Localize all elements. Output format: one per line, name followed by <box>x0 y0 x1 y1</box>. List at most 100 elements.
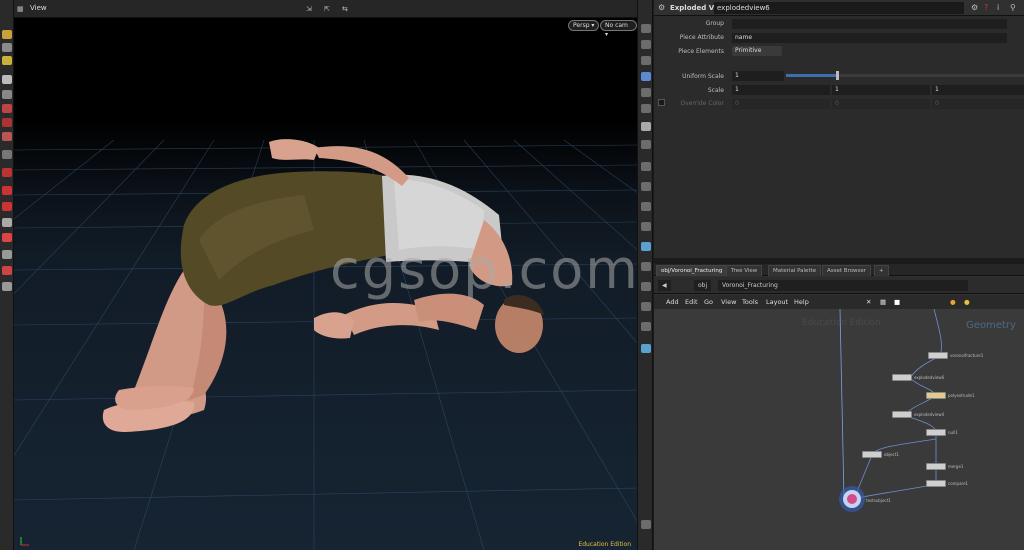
paint-select-icon[interactable] <box>2 56 12 65</box>
group-field[interactable] <box>732 19 1007 29</box>
uniform-scale-slider-handle[interactable] <box>836 71 839 80</box>
pane-tabs: obj/Voronoi_Fracturing Tree View Materia… <box>654 264 1024 276</box>
uniform-scale-slider-fill <box>786 74 836 77</box>
tab-material-palette[interactable]: Material Palette <box>768 265 822 276</box>
display-icon-11[interactable] <box>641 202 651 211</box>
display-icon-5[interactable] <box>641 88 651 97</box>
scale-tool-icon[interactable] <box>2 132 12 141</box>
back-button[interactable]: ◀ <box>658 280 671 291</box>
snap-icon[interactable] <box>2 202 12 211</box>
pointer-icon[interactable] <box>2 75 12 84</box>
view-tool-icon[interactable] <box>2 218 12 227</box>
display-icon-4[interactable] <box>641 72 651 81</box>
box-select-icon[interactable] <box>2 43 12 52</box>
display-icon-10[interactable] <box>641 182 651 191</box>
display-icon-8[interactable] <box>641 140 651 149</box>
persp-menu-button[interactable]: Persp ▾ <box>568 20 600 31</box>
node-object1[interactable] <box>862 451 882 458</box>
override-color-r[interactable]: 0 <box>732 99 830 109</box>
menu-help[interactable]: Help <box>794 298 809 306</box>
pose-tool-icon[interactable] <box>2 168 12 177</box>
scale-x-field[interactable]: 1 <box>732 85 830 95</box>
info-icon[interactable]: i <box>997 3 1006 13</box>
arrows-icon[interactable]: ⇱ <box>324 5 333 13</box>
scale-z-field[interactable]: 1 <box>932 85 1024 95</box>
lock-icon[interactable] <box>2 90 12 99</box>
tab-asset-browser[interactable]: Asset Browser <box>822 265 872 276</box>
shape-icon[interactable]: ● <box>964 298 970 306</box>
select-tool-icon[interactable] <box>2 30 12 39</box>
node-label-merge1: merge1 <box>948 464 964 469</box>
override-color-g[interactable]: 0 <box>832 99 930 109</box>
display-icon-14[interactable] <box>641 262 651 271</box>
magnet-icon[interactable] <box>2 186 12 195</box>
node-network-canvas[interactable]: Education Edition Geometry voronoifractu… <box>654 309 1024 550</box>
menu-add[interactable]: Add <box>666 298 679 306</box>
help-icon[interactable]: ? <box>984 3 993 13</box>
swap-icon[interactable]: ⇆ <box>342 5 351 13</box>
uniform-scale-label: Uniform Scale <box>682 73 724 80</box>
render-tool-icon[interactable] <box>2 266 12 275</box>
display-icon-1[interactable] <box>641 24 651 33</box>
scene-viewport[interactable]: ▦ View ⇲ ⇱ ⇆ Persp ▾ No cam ▾ cgsop.com … <box>14 0 637 550</box>
palette-icon[interactable]: ● <box>950 298 956 306</box>
gear-icon[interactable]: ⚙ <box>971 3 980 13</box>
display-icon-3[interactable] <box>641 56 651 65</box>
display-icon-6[interactable] <box>641 104 651 113</box>
view-pane-icon[interactable]: ▦ <box>17 5 26 13</box>
display-icon-7[interactable] <box>641 122 651 131</box>
tab-network[interactable]: obj/Voronoi_Fracturing <box>656 265 728 276</box>
add-tab-button[interactable]: + <box>874 265 889 276</box>
node-label-null1: null1 <box>948 430 958 435</box>
menu-view[interactable]: View <box>721 298 736 306</box>
display-icon-9[interactable] <box>641 162 651 171</box>
grid-icon[interactable]: ▦ <box>880 298 886 306</box>
node-explodedview6[interactable] <box>892 374 912 381</box>
node-label-explodedview4: explodedview4 <box>914 412 945 417</box>
node-compare1[interactable] <box>926 480 946 487</box>
display-icon-13[interactable] <box>641 242 651 251</box>
node-null1[interactable] <box>926 429 946 436</box>
education-edition-label: Education Edition <box>578 541 631 548</box>
display-icon-18[interactable] <box>641 344 651 353</box>
network-panel: obj/Voronoi_Fracturing Tree View Materia… <box>654 264 1024 550</box>
display-options-strip <box>637 0 653 550</box>
display-icon-12[interactable] <box>641 222 651 231</box>
color-icon[interactable]: ■ <box>894 298 900 306</box>
node-type-icon: ⚙ <box>658 3 666 12</box>
camera-tool-icon[interactable] <box>2 250 12 259</box>
rotate-tool-icon[interactable] <box>2 118 12 127</box>
menu-edit[interactable]: Edit <box>685 298 698 306</box>
handle-tool-icon[interactable] <box>2 150 12 159</box>
loop-icon[interactable] <box>2 282 12 291</box>
override-color-b[interactable]: 0 <box>932 99 1024 109</box>
display-icon-2[interactable] <box>641 40 651 49</box>
move-tool-icon[interactable] <box>2 104 12 113</box>
axis-gizmo-icon <box>20 537 29 546</box>
tab-tree-view[interactable]: Tree View <box>726 265 763 276</box>
node-merge1[interactable] <box>926 463 946 470</box>
display-icon-17[interactable] <box>641 322 651 331</box>
wrench-icon[interactable]: ✕ <box>866 298 871 306</box>
uniform-scale-slider[interactable] <box>786 71 1024 80</box>
tree-icon[interactable]: ⚲ <box>1010 3 1019 13</box>
menu-tools[interactable]: Tools <box>742 298 758 306</box>
piece-attribute-field[interactable]: name <box>732 33 1007 43</box>
magnet-red-icon[interactable] <box>2 233 12 242</box>
scale-y-field[interactable]: 1 <box>832 85 930 95</box>
menu-layout[interactable]: Layout <box>766 298 788 306</box>
camera-menu-button[interactable]: No cam ▾ <box>600 20 637 38</box>
display-icon-16[interactable] <box>641 302 651 311</box>
path-root[interactable]: obj <box>694 280 712 291</box>
menu-go[interactable]: Go <box>704 298 713 306</box>
display-icon-19[interactable] <box>641 520 651 529</box>
node-polyextrude1[interactable] <box>926 392 946 399</box>
node-explodedview4[interactable] <box>892 411 912 418</box>
node-name-field[interactable]: explodedview6 <box>714 2 964 14</box>
display-icon-15[interactable] <box>641 282 651 291</box>
path-current[interactable]: Voronoi_Fracturing <box>718 280 968 291</box>
piece-elements-select[interactable]: Primitive <box>732 46 782 56</box>
uniform-scale-field[interactable]: 1 <box>732 71 784 81</box>
node-voronoifracture1[interactable] <box>928 352 948 359</box>
pin-icon[interactable]: ⇲ <box>306 5 315 13</box>
